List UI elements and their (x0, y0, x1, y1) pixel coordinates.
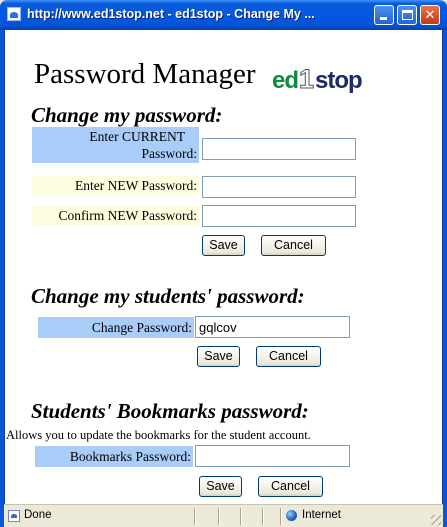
ed1stop-logo: ed1stop (272, 64, 363, 95)
confirm-password-field[interactable] (202, 205, 356, 227)
bookmarks-password-field[interactable] (195, 445, 350, 467)
window-title: http://www.ed1stop.net - ed1stop - Chang… (27, 7, 315, 21)
new-password-field[interactable] (202, 176, 356, 198)
current-password-label-line2: Password: (141, 146, 197, 161)
close-button[interactable]: ✕ (420, 5, 440, 25)
page-title: Password Manager (34, 58, 256, 90)
status-divider (262, 508, 263, 525)
logo-ed: ed (272, 67, 299, 94)
page-content: Password Manager ed1stop Change my passw… (4, 30, 443, 504)
window-frame-right (443, 30, 447, 527)
maximize-button[interactable] (397, 5, 417, 25)
change-password-heading: Change my password: (31, 103, 223, 127)
minimize-icon (380, 17, 387, 20)
logo-stop: stop (315, 67, 363, 94)
student-password-heading: Change my students' password: (31, 284, 305, 308)
cancel-password-button[interactable]: Cancel (261, 235, 326, 256)
current-password-field[interactable] (202, 138, 356, 160)
cancel-student-password-button[interactable]: Cancel (256, 346, 321, 367)
ie-page-icon[interactable] (7, 7, 21, 21)
save-student-password-button[interactable]: Save (197, 346, 240, 367)
save-password-button[interactable]: Save (202, 235, 245, 256)
status-text: Done (24, 509, 52, 521)
close-icon: ✕ (424, 8, 436, 23)
status-bar: Done Internet (4, 504, 443, 527)
current-password-label: Enter CURRENT Password: (32, 127, 199, 163)
maximize-icon (402, 10, 413, 20)
student-password-label: Change Password: (38, 317, 194, 338)
status-divider (240, 508, 241, 525)
bookmarks-password-label: Bookmarks Password: (35, 446, 193, 467)
security-zone-label: Internet (302, 509, 341, 521)
minimize-button[interactable] (374, 5, 394, 25)
cancel-bookmarks-password-button[interactable]: Cancel (258, 476, 323, 497)
resize-grip-icon[interactable] (431, 515, 441, 525)
page-done-icon (8, 510, 20, 522)
confirm-password-label: Confirm NEW Password: (32, 206, 199, 226)
window-title-bar[interactable]: http://www.ed1stop.net - ed1stop - Chang… (0, 0, 447, 30)
student-password-field[interactable] (195, 316, 350, 338)
bookmarks-password-heading: Students' Bookmarks password: (31, 399, 309, 423)
internet-zone-icon (286, 510, 297, 521)
current-password-label-line1: Enter CURRENT (89, 129, 185, 144)
new-password-label: Enter NEW Password: (32, 176, 199, 196)
status-divider (280, 508, 281, 525)
status-divider (194, 508, 195, 525)
logo-one: 1 (299, 64, 315, 95)
save-bookmarks-password-button[interactable]: Save (199, 476, 242, 497)
bookmarks-description: Allows you to update the bookmarks for t… (6, 428, 311, 442)
status-divider (218, 508, 219, 525)
